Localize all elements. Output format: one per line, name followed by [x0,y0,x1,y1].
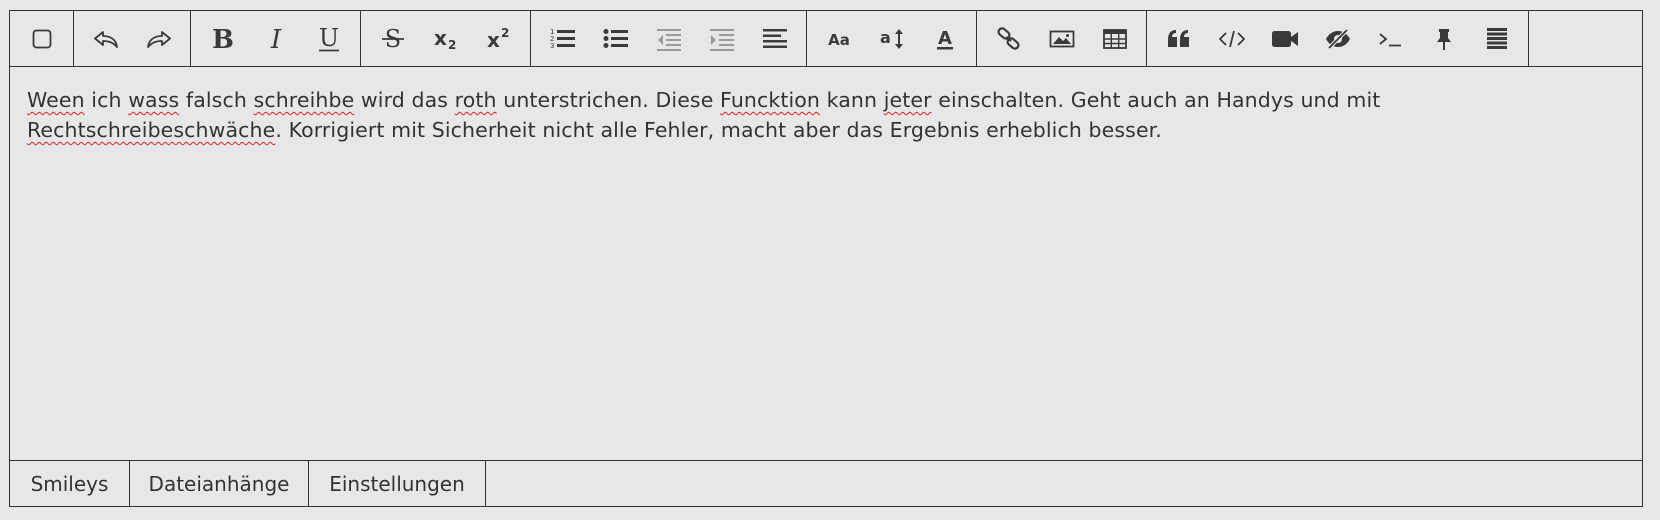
terminal-icon [1378,32,1401,46]
editor-text: unterstrichen. Diese [496,88,721,112]
video-icon [1271,30,1298,47]
spoiler-button[interactable] [1311,11,1364,66]
unordered-list-icon [603,28,628,48]
toolbar-group-insert [977,11,1147,66]
align-icon [762,28,787,48]
more-icon [1486,27,1507,49]
toggle-source-button[interactable] [15,11,68,66]
redo-icon [146,30,171,48]
svg-text:3: 3 [550,42,554,50]
misspelled-word: Ween [27,88,85,112]
editor-content-area[interactable]: Ween ich wass falsch schreihbe wird das … [10,66,1642,461]
editor-text: . Korrigiert mit Sicherheit nicht alle F… [275,118,1162,142]
font-size-icon: a [880,28,903,49]
font-color-button[interactable]: A [918,11,971,66]
ordered-list-button[interactable]: 1 2 3 [536,11,589,66]
strikethrough-icon: S [381,25,404,53]
misspelled-word: jeter [883,88,932,112]
table-icon [1102,28,1127,49]
font-color-icon: A [936,28,953,49]
outdent-icon [656,28,681,51]
svg-text:U: U [318,25,338,52]
svg-text:B: B [212,26,234,52]
subscript-icon: x 2 [434,26,456,52]
svg-text:I: I [269,26,281,52]
code-button[interactable] [1205,11,1258,66]
redo-button[interactable] [132,11,185,66]
italic-icon: I [269,26,281,52]
misspelled-word: roth [454,88,497,112]
toolbar-group-script: S x 2 x 2 [361,11,531,66]
table-button[interactable] [1088,11,1141,66]
svg-text:x: x [487,28,500,52]
ordered-list-icon: 1 2 3 [550,28,575,50]
misspelled-word: wass [128,88,180,112]
svg-text:Aa: Aa [828,31,850,49]
pin-icon [1436,28,1451,50]
quote-button[interactable] [1152,11,1205,66]
rich-text-editor: B I U S x 2 x 2 1 2 3 Aa a A Ween ich wa… [9,10,1643,507]
editor-text: ich [84,88,129,112]
italic-button[interactable]: I [249,11,302,66]
misspelled-word: schreihbe [253,88,355,112]
indent-button[interactable] [695,11,748,66]
link-icon [996,26,1020,50]
subscript-button[interactable]: x 2 [419,11,472,66]
editor-text: einschalten. Geht auch an Handys und mit [931,88,1381,112]
bold-button[interactable]: B [196,11,249,66]
tab-settings[interactable]: Einstellungen [309,461,486,506]
underline-button[interactable]: U [302,11,355,66]
svg-text:2: 2 [501,26,509,40]
align-button[interactable] [748,11,801,66]
font-size-button[interactable]: a [865,11,918,66]
tab-smileys[interactable]: Smileys [10,461,130,506]
font-family-icon: Aa [828,31,850,49]
editor-text: wird das [354,88,455,112]
quote-icon [1167,29,1189,47]
pin-button[interactable] [1417,11,1470,66]
undo-icon [93,30,118,48]
strikethrough-button[interactable]: S [366,11,419,66]
code-icon [1218,30,1245,47]
spoiler-icon [1325,28,1350,49]
bold-icon: B [212,26,234,52]
svg-text:a: a [880,28,891,47]
svg-text:2: 2 [448,38,456,52]
image-button[interactable] [1035,11,1088,66]
outdent-button[interactable] [642,11,695,66]
editor-bottom-tabs: Smileys Dateianhänge Einstellungen [10,461,1642,506]
toolbar-group-font: Aa a A [807,11,977,66]
link-button[interactable] [982,11,1035,66]
editor-text: falsch [179,88,254,112]
toolbar-group-format: B I U [191,11,361,66]
toolbar-group-history [74,11,191,66]
more-button[interactable] [1470,11,1523,66]
undo-button[interactable] [79,11,132,66]
editor-toolbar: B I U S x 2 x 2 1 2 3 Aa a A [10,11,1642,67]
toolbar-group-lists: 1 2 3 [531,11,807,66]
indent-icon [709,28,734,51]
unordered-list-button[interactable] [589,11,642,66]
svg-text:A: A [938,28,952,49]
toolbar-group-mode [10,11,74,66]
misspelled-word: Funcktion [720,88,821,112]
superscript-icon: x 2 [487,26,509,52]
toggle-icon [32,29,51,48]
superscript-button[interactable]: x 2 [472,11,525,66]
toolbar-group-blocks [1147,11,1529,66]
font-family-button[interactable]: Aa [812,11,865,66]
editor-text: kann [820,88,884,112]
video-button[interactable] [1258,11,1311,66]
terminal-button[interactable] [1364,11,1417,66]
image-icon [1049,30,1074,47]
underline-icon: U [318,25,338,52]
misspelled-word: Rechtschreibeschwäche [27,118,276,142]
tab-attachments[interactable]: Dateianhänge [130,461,309,506]
svg-text:x: x [434,26,447,50]
